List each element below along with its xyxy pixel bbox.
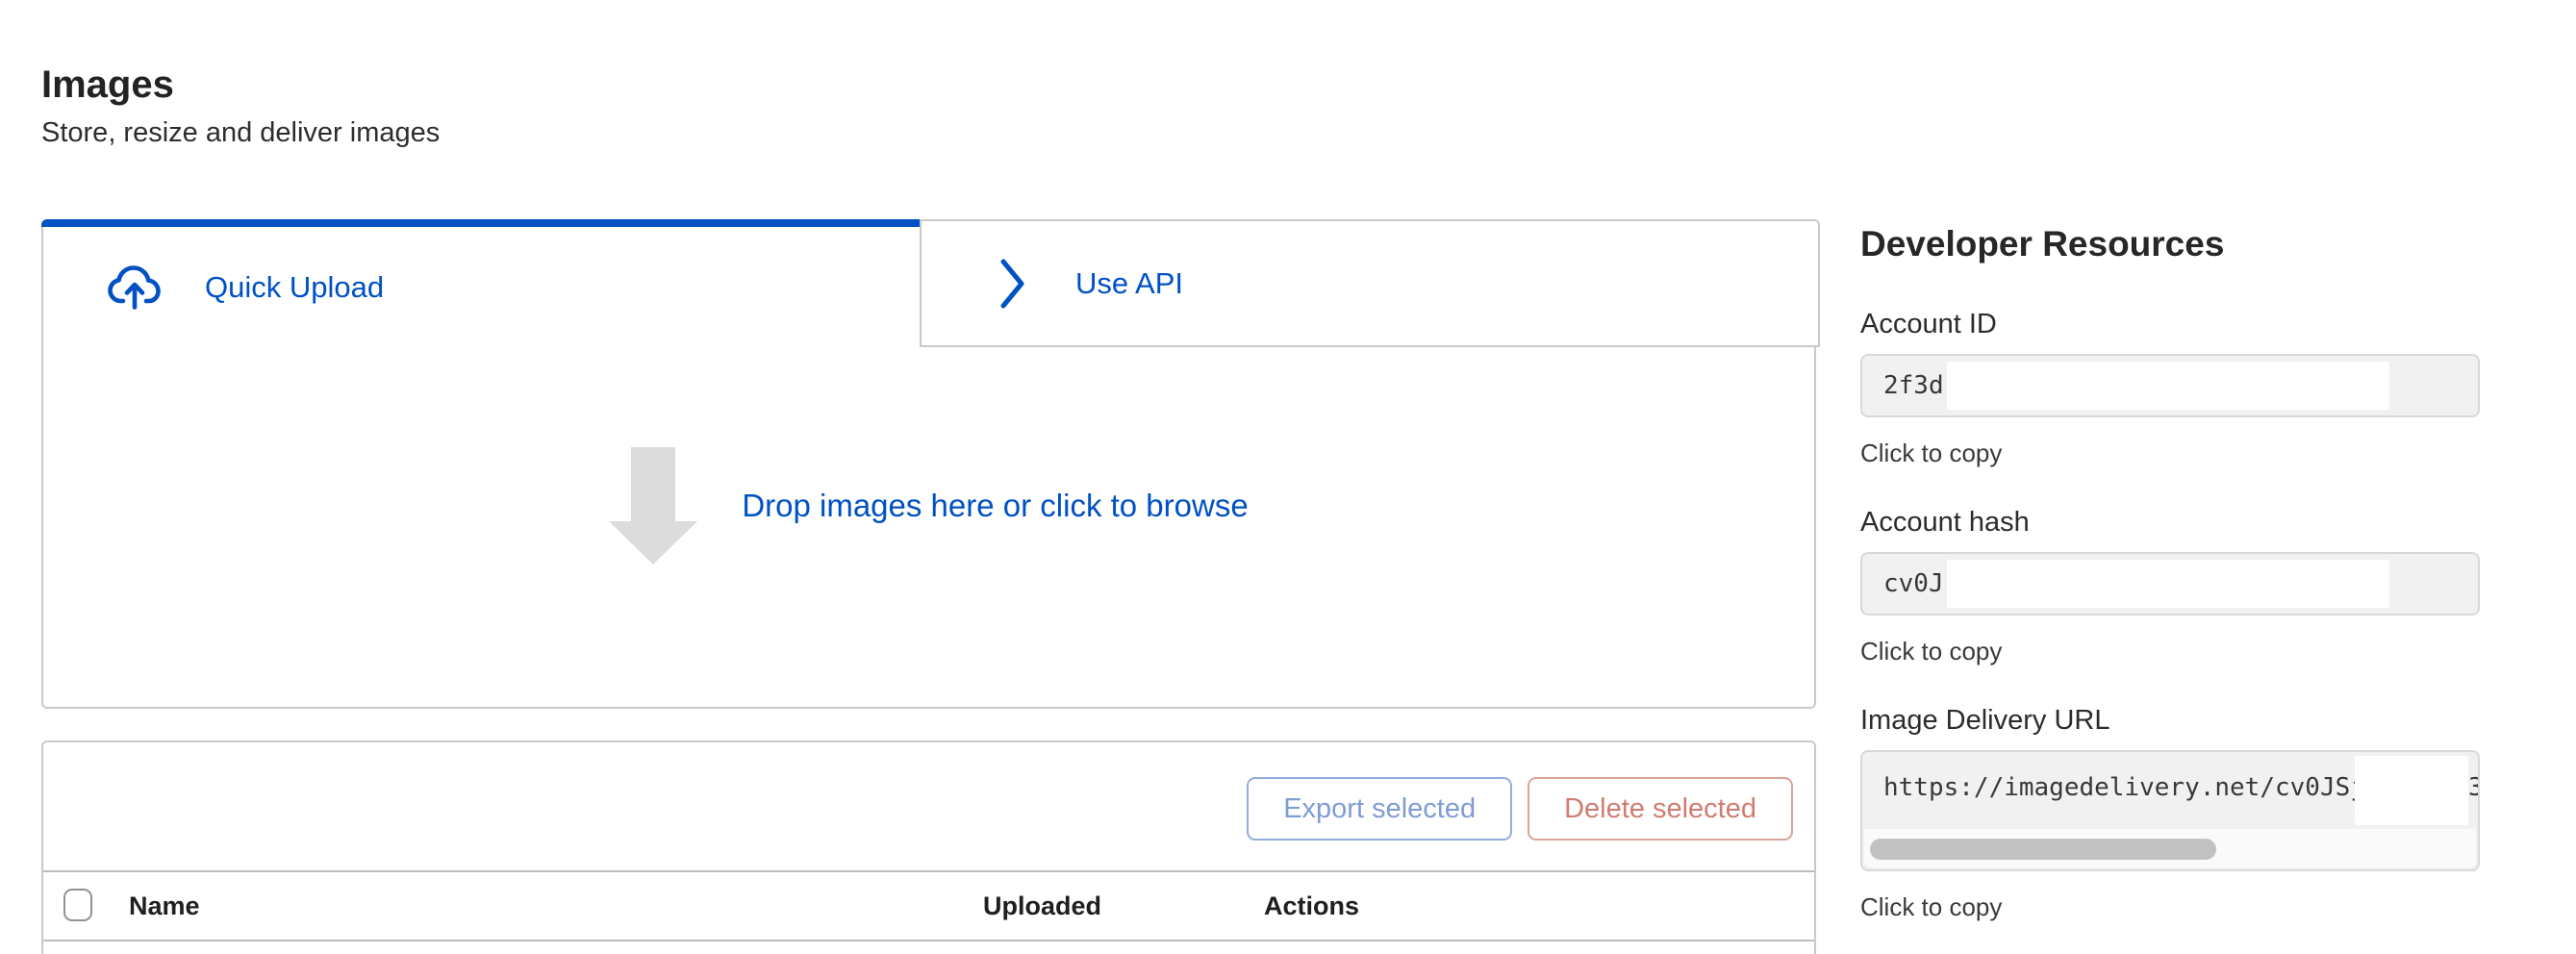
account-id-label: Account ID xyxy=(1860,308,2484,340)
delivery-url-label: Image Delivery URL xyxy=(1860,704,2484,737)
account-hash-value: cv0J xyxy=(1883,554,1944,614)
column-header-actions: Actions xyxy=(1264,872,1359,940)
delivery-url-field[interactable]: https://imagedelivery.net/cv0JSj 3 xyxy=(1860,750,2480,871)
account-id-copy-hint: Click to copy xyxy=(1860,439,2484,467)
account-hash-copy-hint: Click to copy xyxy=(1860,637,2484,665)
page-subtitle: Store, resize and deliver images xyxy=(41,115,440,150)
page-title: Images xyxy=(41,61,174,109)
redaction-overlay xyxy=(1947,560,2389,608)
upload-panel: Quick Upload Use API Drop i xyxy=(41,219,1816,709)
export-selected-button[interactable]: Export selected xyxy=(1247,777,1512,841)
tab-use-api-label: Use API xyxy=(1075,266,1183,301)
tab-quick-upload-label: Quick Upload xyxy=(205,270,384,305)
horizontal-scrollbar-thumb[interactable] xyxy=(1870,839,2216,860)
column-header-uploaded: Uploaded xyxy=(983,872,1101,940)
developer-resources-sidebar: Developer Resources Account ID 2f3d Clic… xyxy=(1860,223,2484,921)
delivery-url-partial-char: 3 xyxy=(2468,752,2480,823)
delivery-url-value: https://imagedelivery.net/cv0JSj xyxy=(1883,758,2365,817)
column-header-name: Name xyxy=(129,872,200,940)
account-id-field[interactable]: 2f3d xyxy=(1860,354,2480,417)
main-column: Images Store, resize and deliver images … xyxy=(41,0,1816,954)
cloud-upload-icon xyxy=(107,264,163,311)
account-hash-field[interactable]: cv0J xyxy=(1860,552,2480,615)
chevron-right-icon xyxy=(998,257,1027,311)
horizontal-scrollbar-track xyxy=(1864,829,2476,867)
sidebar-heading: Developer Resources xyxy=(1860,223,2484,265)
select-all-checkbox[interactable] xyxy=(63,889,92,921)
redaction-overlay xyxy=(1947,362,2389,410)
delete-selected-button[interactable]: Delete selected xyxy=(1528,777,1793,841)
account-hash-label: Account hash xyxy=(1860,506,2484,539)
table-header-row: Name Uploaded Actions xyxy=(43,872,1814,941)
active-tab-indicator xyxy=(41,219,923,227)
bulk-actions-row: Export selected Delete selected xyxy=(43,742,1814,870)
arrow-down-icon xyxy=(609,447,697,565)
redaction-overlay xyxy=(2355,756,2468,825)
dropzone-label: Drop images here or click to browse xyxy=(742,488,1248,524)
image-dropzone[interactable]: Drop images here or click to browse xyxy=(43,347,1814,707)
tab-quick-upload[interactable]: Quick Upload xyxy=(43,227,918,347)
image-library-panel: Export selected Delete selected Name Upl… xyxy=(41,741,1816,954)
delivery-url-copy-hint: Click to copy xyxy=(1860,892,2484,921)
tab-use-api[interactable]: Use API xyxy=(920,219,1820,347)
dropzone-content: Drop images here or click to browse xyxy=(609,447,1248,565)
account-id-value: 2f3d xyxy=(1883,356,1944,415)
bulk-actions-group: Export selected Delete selected xyxy=(1247,777,1793,841)
images-dashboard-page: Images Store, resize and deliver images … xyxy=(0,0,2576,954)
